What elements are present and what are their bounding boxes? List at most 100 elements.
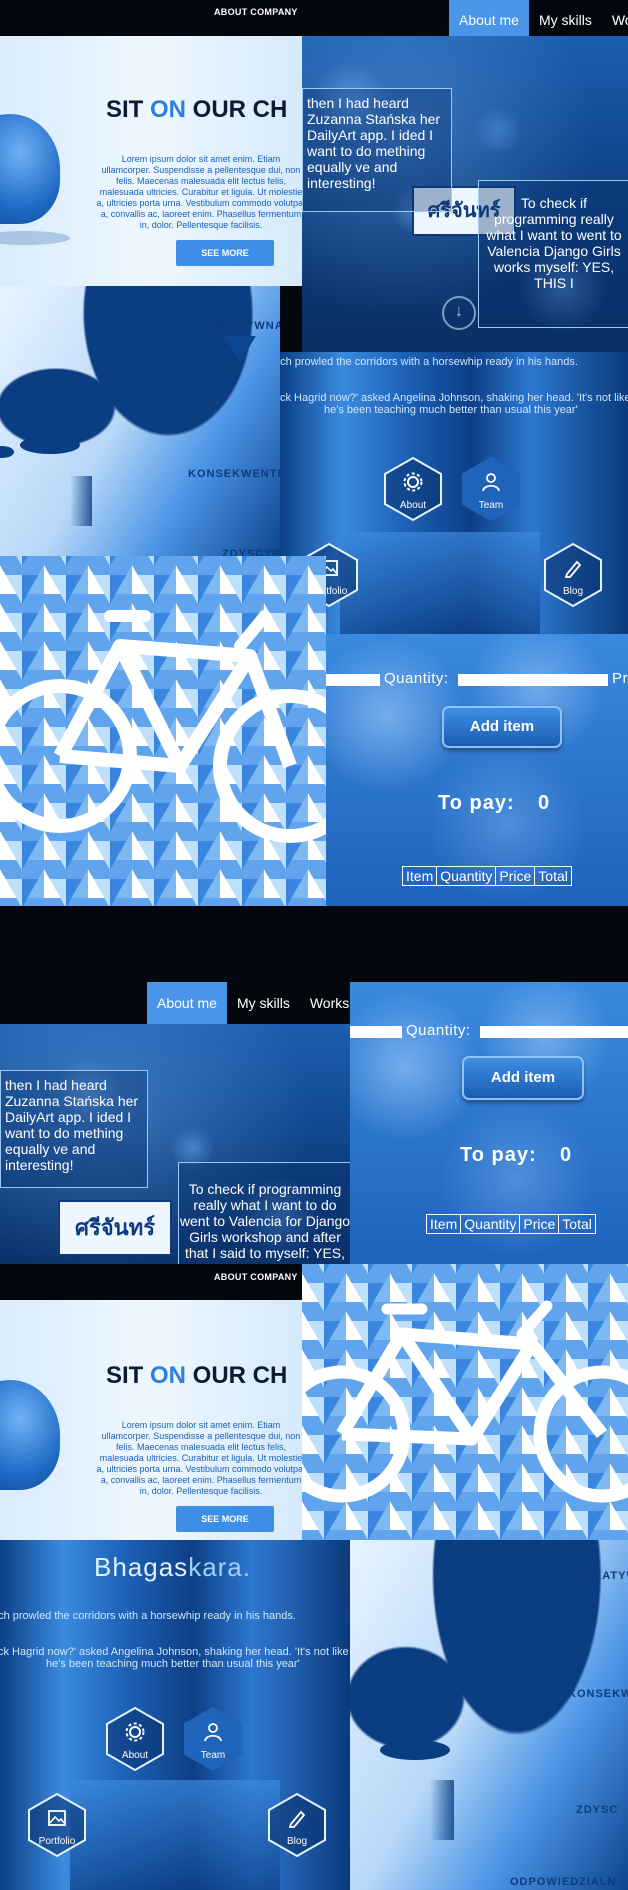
hero-title-2b: ON <box>150 1362 187 1389</box>
hero-title-2c: OUR CH <box>186 1362 288 1389</box>
hex-about[interactable]: About <box>382 456 444 522</box>
story-photo-panel: ศรีจันทร์ then I had heard Zuzanna Stańs… <box>302 36 628 352</box>
value-word-5: KONSEKWE <box>568 1688 628 1700</box>
pencil-icon <box>564 560 582 578</box>
pencil-icon-2 <box>288 1810 306 1828</box>
cart-table-header: Item Quantity Price Total <box>402 866 572 886</box>
brand-part-2: kara. <box>188 1552 251 1582</box>
hex-blog-2[interactable]: Blog <box>266 1792 328 1858</box>
agency-quote-2: ck Hagrid now?' asked Angelina Johnson, … <box>280 392 628 404</box>
add-item-button-2[interactable]: Add item <box>462 1056 584 1100</box>
person-icon-2 <box>204 1723 222 1742</box>
hex-team-2-label: Team <box>200 1750 226 1761</box>
bike-panel <box>0 556 326 906</box>
hex-blog-2-label: Blog <box>286 1836 307 1847</box>
add-item-button[interactable]: Add item <box>442 706 562 748</box>
hex-team-2[interactable]: Team <box>182 1706 244 1772</box>
portrait-eye <box>20 436 80 454</box>
hero-title-2: SIT ON OUR CH <box>106 1362 287 1390</box>
col-price-2: Price <box>520 1215 560 1233</box>
nav-about-me[interactable]: About me <box>449 0 529 40</box>
canal-water <box>340 532 540 634</box>
mid-nav: About me My skills Works <box>147 982 359 1024</box>
hero-panel-2: SIT ON OUR CH Lorem ipsum dolor sit amet… <box>0 1300 302 1540</box>
nav-my-skills[interactable]: My skills <box>529 0 602 40</box>
portrait-panel: KREATYWNA KONSEKWENTN ZDYSCYPL <box>0 286 280 556</box>
quantity-label: Quantity: <box>384 670 449 687</box>
triangle-marker-1 <box>224 336 256 362</box>
story-box-1: then I had heard Zuzanna Stańska her Dai… <box>302 88 452 212</box>
story-box-2: To check if programming really what I wa… <box>478 180 628 328</box>
agency-quote-1: rich prowled the corridors with a horsew… <box>280 356 578 368</box>
chair-shadow <box>0 231 70 245</box>
agency-panel-2: Bhagaskara. rich prowled the corridors w… <box>0 1540 350 1890</box>
portrait-eye-2 <box>0 446 14 458</box>
hex-blog[interactable]: Blog <box>542 542 604 608</box>
quantity-label-2: Quantity: <box>406 1022 471 1039</box>
value-word-3: ZDYSCYPL <box>222 548 280 556</box>
value-word-7: ODPOWIEDZIALN <box>510 1876 617 1888</box>
hero-title-2a: SIT <box>106 1362 151 1389</box>
col-quantity: Quantity <box>437 867 497 885</box>
hex-about-label: About <box>399 500 427 511</box>
to-pay-value: 0 <box>538 792 551 814</box>
hex-team[interactable]: Team <box>460 456 522 522</box>
col-quantity-2: Quantity <box>461 1215 521 1233</box>
see-more-button-2[interactable]: SEE MORE <box>176 1506 274 1532</box>
store-sign-2: ศรีจันทร์ <box>58 1200 172 1256</box>
agency-quote-4: rich prowled the corridors with a horsew… <box>0 1610 296 1622</box>
cart-bar-left <box>326 674 380 686</box>
gap <box>0 906 628 982</box>
to-pay-value-2: 0 <box>560 1144 573 1166</box>
cart-table-header-2: Item Quantity Price Total <box>426 1214 596 1234</box>
portrait-eye-3 <box>380 1740 450 1760</box>
hex-portfolio-2[interactable]: Portfolio <box>26 1792 88 1858</box>
hero-header-bar-2 <box>0 1264 302 1300</box>
canal-water-2 <box>70 1780 280 1890</box>
mid-nav-about-me[interactable]: About me <box>147 982 227 1024</box>
nav-works[interactable]: Wo <box>602 0 628 40</box>
hex-about-2[interactable]: About <box>104 1706 166 1772</box>
hex-portfolio-2-label: Portfolio <box>38 1836 76 1847</box>
value-word-4: KREATYWN <box>576 1570 628 1582</box>
hero-title: SIT ON OUR CH <box>106 96 287 124</box>
scroll-down-icon[interactable]: ↓ <box>442 296 476 330</box>
agency-quote-6: he's been teaching much better than usua… <box>46 1658 300 1670</box>
image-icon-2 <box>48 1810 66 1826</box>
quantity-input[interactable] <box>458 674 608 686</box>
story-photo-panel-2: ศรีจันทร์ then I had heard Zuzanna Stańs… <box>0 1024 350 1300</box>
value-word-6: ZDYSC <box>576 1804 619 1816</box>
to-pay-label: To pay: <box>438 792 515 814</box>
cart-panel: Quantity: Pr Add item To pay: 0 Item Qua… <box>326 634 628 906</box>
bicycle-icon <box>0 610 326 843</box>
hero-title-c: OUR CH <box>186 96 288 123</box>
cart-bar-left-2 <box>350 1026 402 1038</box>
hero-title-b: ON <box>150 96 187 123</box>
portrait-nose-2 <box>430 1780 454 1840</box>
see-more-button[interactable]: SEE MORE <box>176 240 274 266</box>
about-company-label: ABOUT COMPANY <box>214 7 298 17</box>
gear-icon <box>403 472 423 492</box>
col-total-2: Total <box>562 1216 592 1232</box>
chair-image-2 <box>0 1380 60 1490</box>
col-item: Item <box>403 867 438 885</box>
story-box-3: then I had heard Zuzanna Stańska her Dai… <box>0 1070 148 1188</box>
gear-icon-2 <box>125 1722 145 1742</box>
brand-logo: Bhagaskara. <box>94 1552 251 1583</box>
chair-image <box>0 114 60 224</box>
agency-panel: rich prowled the corridors with a horsew… <box>280 352 628 634</box>
bicycle-icon-2 <box>302 1300 628 1503</box>
hero-panel: SIT ON OUR CH Lorem ipsum dolor sit amet… <box>0 36 302 286</box>
col-total: Total <box>538 868 568 884</box>
about-company-label-2: ABOUT COMPANY <box>214 1272 298 1282</box>
hero-body-2: Lorem ipsum dolor sit amet enim. Etiam u… <box>96 1420 302 1496</box>
mid-nav-my-skills[interactable]: My skills <box>227 982 300 1024</box>
person-icon <box>482 473 500 492</box>
quantity-input-2[interactable] <box>480 1026 628 1038</box>
portrait-panel-2: KREATYWN KONSEKWE ZDYSC ODPOWIEDZIALN <box>350 1540 628 1890</box>
col-item-2: Item <box>427 1215 462 1233</box>
col-price: Price <box>496 867 536 885</box>
hero-body: Lorem ipsum dolor sit amet enim. Etiam u… <box>96 154 302 230</box>
value-word-2: KONSEKWENTN <box>188 468 280 480</box>
price-label: Pr <box>612 670 628 687</box>
